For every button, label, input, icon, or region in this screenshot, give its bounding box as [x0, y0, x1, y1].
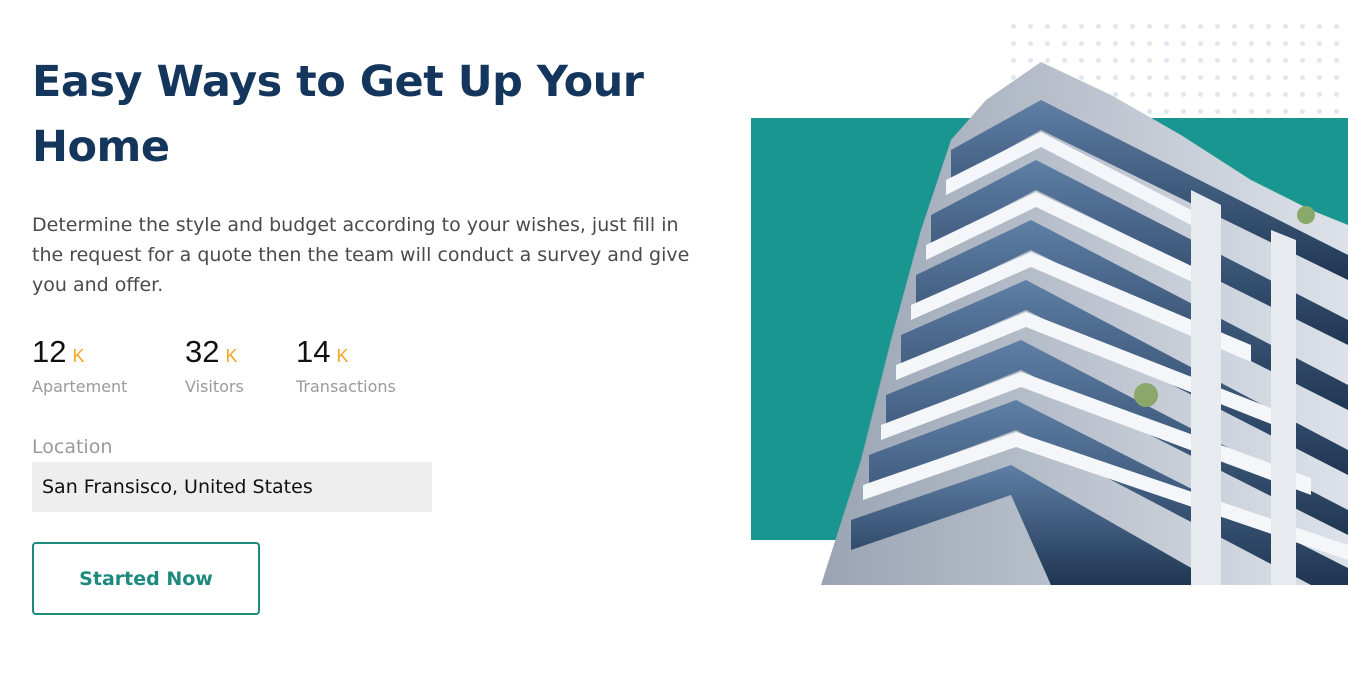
stat-apartment: 12 K Apartement [32, 332, 127, 398]
stat-label: Transactions [296, 377, 396, 396]
stat-transactions: 14 K Transactions [296, 332, 396, 398]
started-now-button[interactable]: Started Now [32, 542, 260, 615]
stat-value: 12 [32, 334, 67, 369]
hero-title-line-1: Easy Ways to Get Up Your [32, 57, 644, 107]
stat-unit: K [225, 346, 238, 366]
hero-title-line-2: Home [32, 122, 170, 172]
stat-unit: K [72, 346, 85, 366]
stat-label: Apartement [32, 377, 128, 396]
location-label: Location [32, 436, 113, 458]
apartment-building-image [821, 62, 1348, 585]
location-input[interactable] [32, 462, 432, 512]
hero-title: Easy Ways to Get Up Your Home [32, 50, 692, 180]
stat-visitors: 32 K Visitors [185, 332, 244, 398]
stat-value: 14 [296, 334, 331, 369]
stat-unit: K [336, 346, 349, 366]
stat-label: Visitors [185, 377, 244, 396]
hero-description: Determine the style and budget according… [32, 214, 690, 296]
stat-value: 32 [185, 334, 220, 369]
